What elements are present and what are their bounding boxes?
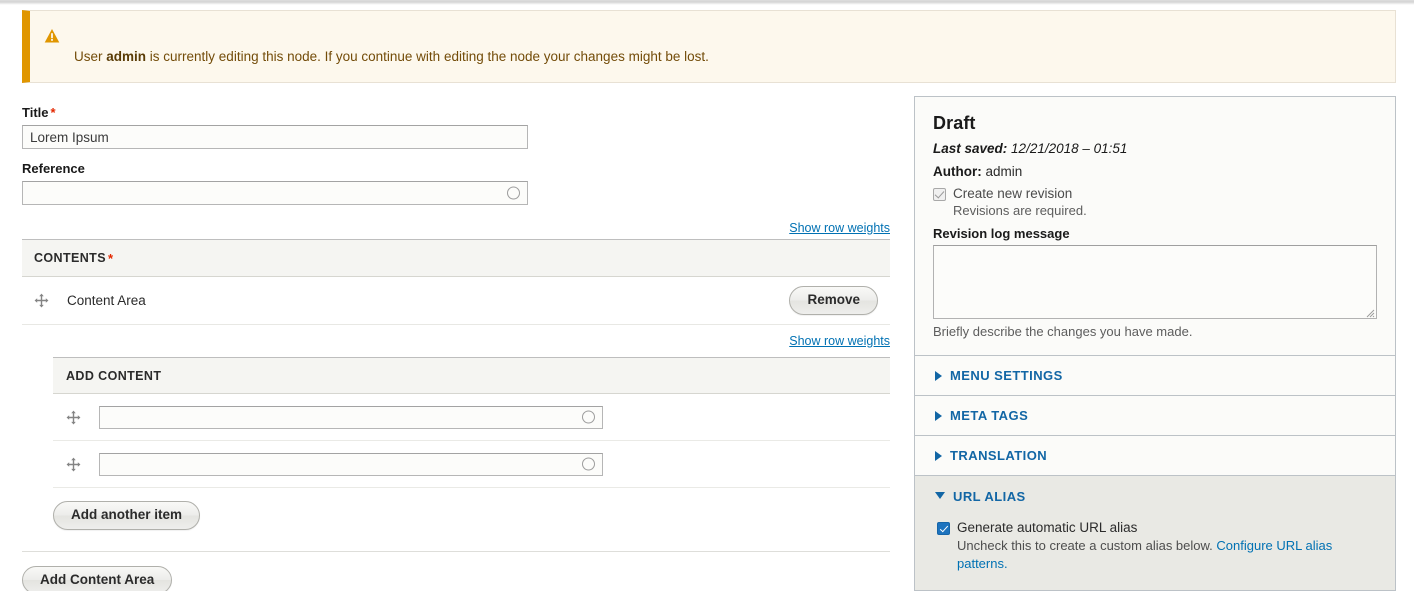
title-input[interactable]: [22, 125, 528, 149]
reference-field-label: Reference: [22, 161, 85, 176]
chevron-right-icon: [935, 450, 942, 461]
chevron-right-icon: [935, 370, 942, 381]
warning-username: admin: [106, 49, 147, 64]
title-label-text: Title: [22, 105, 49, 120]
contents-table: CONTENTS * Content Area Remove: [22, 239, 890, 325]
remove-button[interactable]: Remove: [789, 286, 878, 315]
content-row-title: Content Area: [67, 293, 146, 308]
drag-cell: [34, 293, 62, 308]
add-content-input-2[interactable]: [99, 452, 603, 476]
generate-url-alias-checkbox[interactable]: [937, 522, 950, 535]
revision-log-label: Revision log message: [933, 226, 1070, 241]
add-content-area-button[interactable]: Add Content Area: [22, 565, 173, 591]
add-content-area-wrap: Add Content Area: [22, 552, 890, 591]
revision-log-textarea[interactable]: [933, 245, 1377, 319]
add-content-table: ADD CONTENT: [53, 357, 890, 488]
sidebar: Draft Last saved: 12/21/2018 – 01:51 Aut…: [914, 96, 1396, 591]
warning-message: User admin is currently editing this nod…: [22, 10, 1396, 83]
draft-panel: Draft Last saved: 12/21/2018 – 01:51 Aut…: [914, 96, 1396, 356]
accordion-url-alias[interactable]: URL ALIAS Generate automatic URL alias U…: [914, 476, 1396, 591]
warning-text-before: User: [74, 49, 107, 64]
reference-field-group: Reference: [22, 161, 890, 205]
accordion-label-translation: TRANSLATION: [950, 448, 1048, 463]
chevron-down-icon: [935, 492, 945, 499]
author-line: Author: admin: [933, 164, 1377, 179]
url-alias-body: Generate automatic URL alias Uncheck thi…: [915, 516, 1395, 590]
author-label: Author:: [933, 164, 982, 179]
table-row: Content Area Remove: [22, 277, 890, 325]
drag-handle-icon[interactable]: [66, 457, 81, 472]
revisions-required-note: Revisions are required.: [953, 203, 1087, 218]
last-saved-value: 12/21/2018 – 01:51: [1007, 141, 1128, 156]
revision-log-description: Briefly describe the changes you have ma…: [933, 324, 1193, 339]
author-value: admin: [981, 164, 1023, 179]
show-row-weights-link-inner[interactable]: Show row weights: [789, 334, 890, 348]
accordion-url-alias-header[interactable]: URL ALIAS: [915, 476, 1395, 516]
contents-table-header: CONTENTS *: [22, 240, 890, 277]
accordion-menu-settings[interactable]: MENU SETTINGS: [914, 356, 1396, 396]
add-content-header-label: ADD CONTENT: [66, 368, 162, 383]
contents-required-marker: *: [107, 250, 114, 266]
accordion-label-url-alias: URL ALIAS: [953, 488, 1026, 504]
contents-header-label: CONTENTS: [34, 251, 106, 265]
show-row-weights-outer: Show row weights: [22, 221, 890, 235]
add-another-item-button[interactable]: Add another item: [53, 501, 201, 530]
last-saved-line: Last saved: 12/21/2018 – 01:51: [933, 141, 1377, 156]
accordion-translation[interactable]: TRANSLATION: [914, 436, 1396, 476]
create-new-revision-label: Create new revision: [953, 186, 1073, 201]
drag-handle-icon[interactable]: [34, 293, 49, 308]
title-field-group: Title *: [22, 105, 890, 149]
show-row-weights-inner: Show row weights: [22, 334, 890, 348]
last-saved-label: Last saved:: [933, 141, 1008, 156]
show-row-weights-link-outer[interactable]: Show row weights: [789, 221, 890, 235]
add-content-input-1[interactable]: [99, 405, 603, 429]
url-alias-description: Uncheck this to create a custom alias be…: [957, 537, 1377, 574]
accordion-label-menu-settings: MENU SETTINGS: [950, 368, 1063, 383]
url-alias-description-text: Uncheck this to create a custom alias be…: [957, 538, 1217, 553]
list-item: [53, 394, 890, 441]
accordion-meta-tags[interactable]: META TAGS: [914, 396, 1396, 436]
title-field-label: Title *: [22, 105, 890, 120]
drag-cell: [66, 457, 99, 472]
generate-url-alias-label: Generate automatic URL alias: [957, 520, 1138, 535]
warning-triangle-icon: [44, 28, 60, 44]
warning-message-text: User admin is currently editing this nod…: [74, 48, 709, 66]
create-new-revision-row[interactable]: Create new revision: [933, 186, 1377, 201]
add-another-item-wrap: Add another item: [22, 488, 890, 530]
warning-text-after: is currently editing this node. If you c…: [146, 49, 709, 64]
drag-cell: [66, 410, 99, 425]
generate-url-alias-row[interactable]: Generate automatic URL alias: [937, 520, 1377, 535]
page-root: User admin is currently editing this nod…: [0, 0, 1414, 591]
chevron-right-icon: [935, 410, 942, 421]
title-required-marker: *: [50, 105, 56, 120]
add-content-table-header: ADD CONTENT: [53, 358, 890, 394]
drag-handle-icon[interactable]: [66, 410, 81, 425]
main-form-column: Title* Reference Show row weights CONTEN…: [22, 105, 890, 591]
list-item: [53, 441, 890, 488]
accordion-label-meta-tags: META TAGS: [950, 408, 1029, 423]
create-new-revision-checkbox[interactable]: [933, 188, 946, 201]
page-title: Draft: [933, 113, 976, 133]
reference-input[interactable]: [22, 181, 528, 205]
toolbar-strip: [0, 0, 1414, 5]
